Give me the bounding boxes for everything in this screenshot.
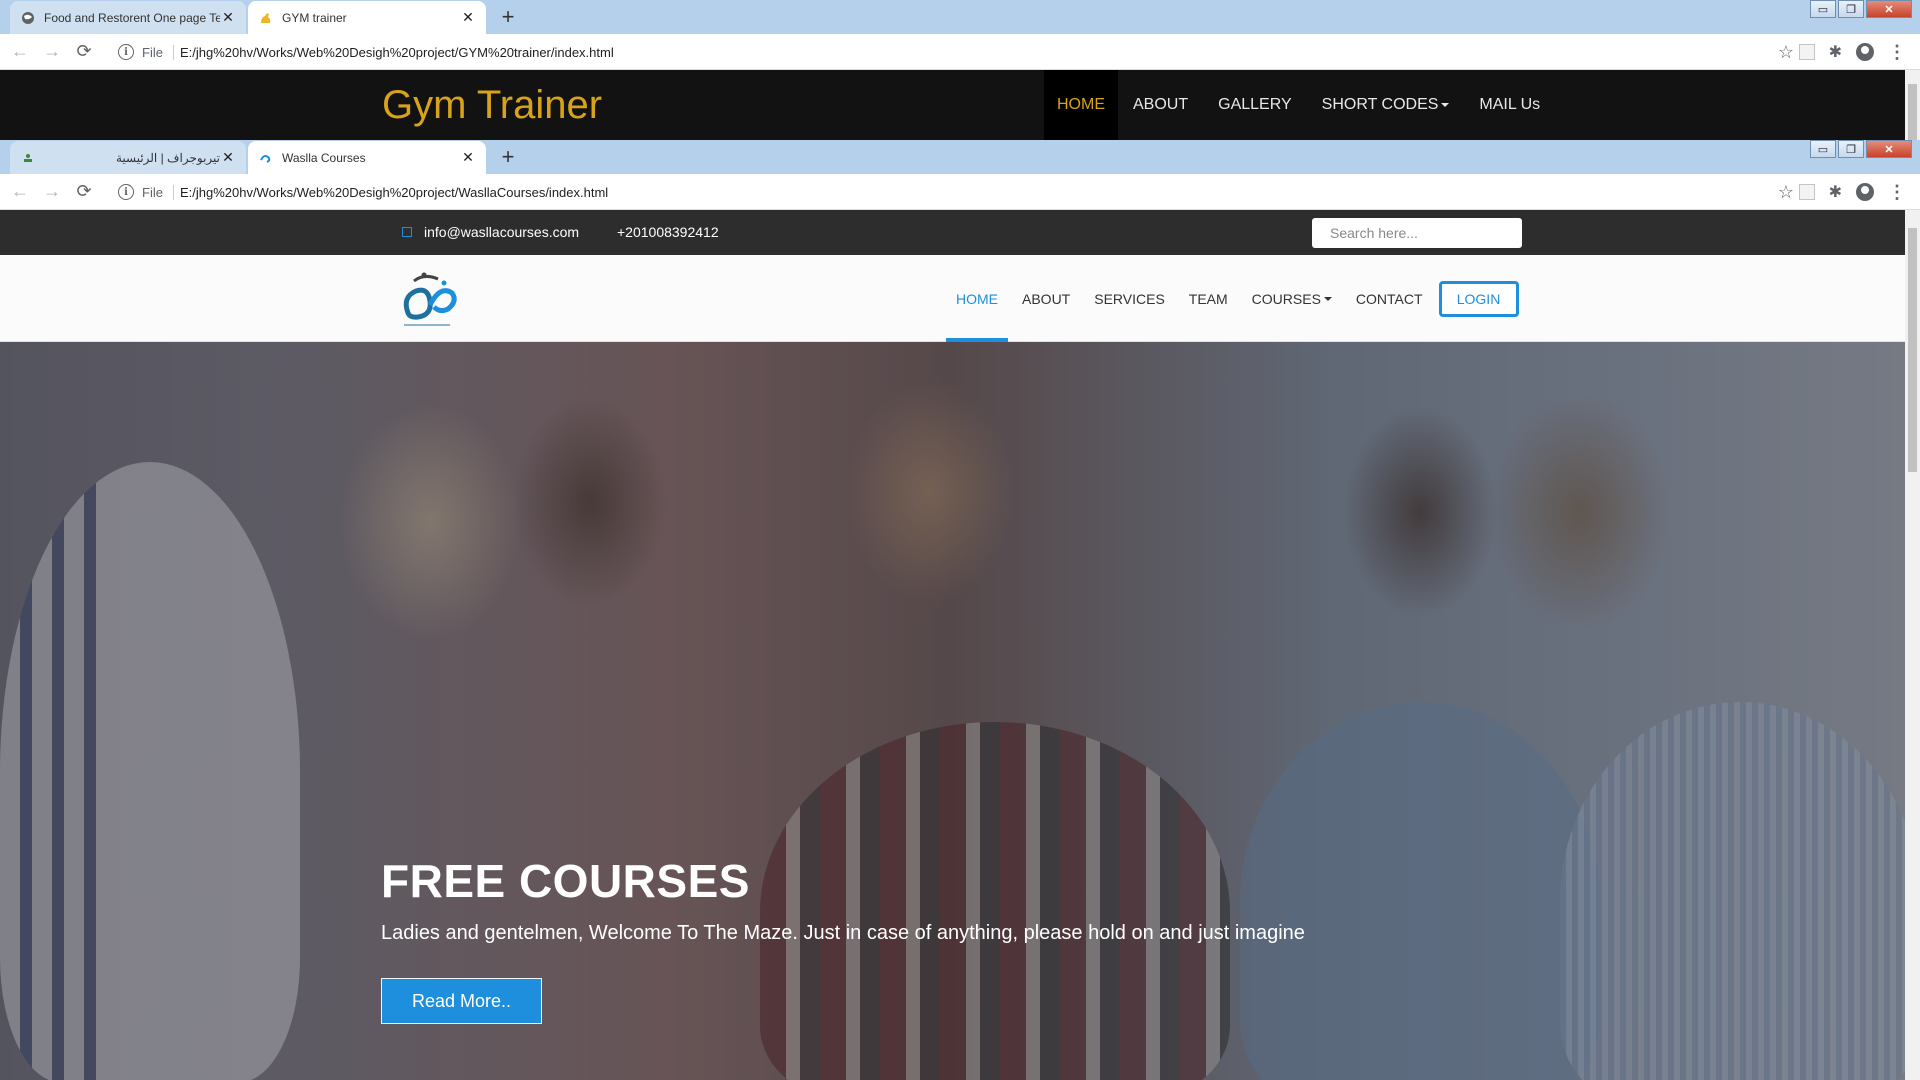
tab-title: GYM trainer — [282, 10, 347, 25]
page-icon — [20, 150, 36, 166]
tab-food-restorent[interactable]: Food and Restorent One page Te ✕ — [10, 1, 246, 34]
extensions-puzzle-icon[interactable]: ✱ — [1829, 182, 1842, 202]
forward-button[interactable]: → — [36, 36, 68, 68]
tab-waslla-courses[interactable]: Waslla Courses ✕ — [248, 141, 486, 174]
waslla-nav: HOME ABOUT SERVICES TEAM COURSES CONTACT… — [944, 255, 1519, 342]
nav-courses[interactable]: COURSES — [1240, 255, 1344, 342]
mail-icon — [402, 227, 412, 237]
waslla-navbar: HOME ABOUT SERVICES TEAM COURSES CONTACT… — [0, 255, 1905, 342]
globe-icon — [20, 10, 36, 26]
profile-avatar-icon[interactable] — [1856, 43, 1874, 61]
gym-nav-about[interactable]: ABOUT — [1118, 70, 1203, 140]
url-scheme: File — [142, 44, 174, 60]
scrollbar-thumb[interactable] — [1908, 84, 1917, 140]
new-tab-button[interactable]: + — [494, 144, 522, 169]
restore-button[interactable]: ❐ — [1838, 140, 1864, 158]
hero-overlay — [0, 342, 1905, 1080]
gym-scrollbar[interactable] — [1905, 70, 1920, 140]
window-controls: ▭ ❐ ✕ — [1808, 0, 1912, 18]
nav-about[interactable]: ABOUT — [1010, 255, 1082, 342]
nav-label: COURSES — [1251, 290, 1321, 307]
bookmark-star-icon[interactable]: ☆ — [1778, 182, 1794, 203]
hero-banner: FREE COURSES Ladies and gentelmen, Welco… — [0, 342, 1905, 1080]
scrollbar-thumb[interactable] — [1908, 228, 1917, 472]
reload-button[interactable]: ⟳ — [68, 176, 100, 208]
url-scheme: File — [142, 184, 174, 200]
tab-close-icon[interactable]: ✕ — [460, 9, 476, 26]
info-icon[interactable]: i — [118, 184, 134, 200]
forward-button[interactable]: → — [36, 176, 68, 208]
tab-close-icon[interactable]: ✕ — [220, 9, 236, 26]
gym-nav-short-codes[interactable]: SHORT CODES — [1307, 70, 1465, 140]
nav-label: SHORT CODES — [1321, 96, 1439, 113]
hero-subtitle: Ladies and gentelmen, Welcome To The Maz… — [381, 922, 1305, 944]
close-window-button[interactable]: ✕ — [1866, 140, 1912, 158]
back-button[interactable]: ← — [4, 36, 36, 68]
address-bar[interactable]: i File E:/jhg%20hv/Works/Web%20Desigh%20… — [108, 38, 1794, 66]
tab-strip: Food and Restorent One page Te ✕ GYM tra… — [0, 0, 1920, 34]
tab-gym-trainer[interactable]: GYM trainer ✕ — [248, 1, 486, 34]
url-text[interactable]: E:/jhg%20hv/Works/Web%20Desigh%20project… — [180, 45, 614, 60]
bookmark-star-icon[interactable]: ☆ — [1778, 42, 1794, 63]
new-tab-button[interactable]: + — [494, 4, 522, 29]
minimize-button[interactable]: ▭ — [1810, 140, 1836, 158]
nav-team[interactable]: TEAM — [1177, 255, 1240, 342]
close-window-button[interactable]: ✕ — [1866, 0, 1912, 18]
nav-services[interactable]: SERVICES — [1082, 255, 1177, 342]
search-input[interactable] — [1312, 218, 1522, 248]
gym-nav-gallery[interactable]: GALLERY — [1203, 70, 1307, 140]
minimize-button[interactable]: ▭ — [1810, 0, 1836, 18]
extension-icon[interactable] — [1798, 44, 1815, 60]
gym-nav: HOME ABOUT GALLERY SHORT CODES MAIL Us — [1044, 70, 1555, 140]
tab-close-icon[interactable]: ✕ — [220, 149, 236, 166]
tab-title: Food and Restorent One page Te — [44, 10, 220, 25]
browser-toolbar: ← → ⟳ i File E:/jhg%20hv/Works/Web%20Des… — [0, 34, 1920, 70]
gym-header: Gym Trainer HOME ABOUT GALLERY SHORT COD… — [0, 70, 1905, 140]
waslla-scrollbar[interactable] — [1905, 210, 1920, 1080]
hero-title: FREE COURSES — [381, 855, 750, 907]
read-more-button[interactable]: Read More.. — [381, 978, 542, 1024]
contact-phone[interactable]: +201008392412 — [617, 224, 719, 240]
gym-nav-mail-us[interactable]: MAIL Us — [1464, 70, 1555, 140]
nav-contact[interactable]: CONTACT — [1344, 255, 1435, 342]
toolbar-actions: ✱ ⋮ — [1798, 34, 1906, 70]
toolbar-actions: ✱ ⋮ — [1798, 174, 1906, 210]
flexed-arm-icon — [258, 10, 274, 26]
browser-menu-icon[interactable]: ⋮ — [1888, 182, 1906, 203]
tab-close-icon[interactable]: ✕ — [460, 149, 476, 166]
tab-strip: تيربوجراف | الرئيسية ✕ Waslla Courses ✕ … — [0, 140, 1920, 174]
browser-menu-icon[interactable]: ⋮ — [1888, 42, 1906, 63]
waslla-logo-icon — [258, 150, 274, 166]
caret-down-icon — [1323, 296, 1332, 301]
email-text: info@wasllacourses.com — [424, 224, 580, 240]
nav-home[interactable]: HOME — [944, 255, 1010, 342]
contact-email[interactable]: info@wasllacourses.com — [402, 224, 579, 240]
gym-logo[interactable]: Gym Trainer — [382, 83, 602, 128]
login-button[interactable]: LOGIN — [1438, 280, 1519, 317]
caret-down-icon — [1441, 103, 1450, 107]
url-text[interactable]: E:/jhg%20hv/Works/Web%20Desigh%20project… — [180, 185, 608, 200]
tab-turbograph[interactable]: تيربوجراف | الرئيسية ✕ — [10, 141, 246, 174]
waslla-top-bar: info@wasllacourses.com +201008392412 — [0, 210, 1905, 255]
address-bar[interactable]: i File E:/jhg%20hv/Works/Web%20Desigh%20… — [108, 178, 1794, 206]
reload-button[interactable]: ⟳ — [68, 36, 100, 68]
gym-nav-home[interactable]: HOME — [1044, 70, 1118, 140]
tab-title: تيربوجراف | الرئيسية — [115, 150, 220, 165]
restore-button[interactable]: ❐ — [1838, 0, 1864, 18]
tab-title: Waslla Courses — [282, 150, 366, 165]
window-controls: ▭ ❐ ✕ — [1808, 140, 1912, 158]
info-icon[interactable]: i — [118, 44, 134, 60]
profile-avatar-icon[interactable] — [1856, 183, 1874, 201]
extension-icon[interactable] — [1798, 184, 1815, 200]
waslla-logo[interactable] — [394, 261, 464, 337]
browser-toolbar: ← → ⟳ i File E:/jhg%20hv/Works/Web%20Des… — [0, 174, 1920, 210]
extensions-puzzle-icon[interactable]: ✱ — [1829, 42, 1842, 62]
back-button[interactable]: ← — [4, 176, 36, 208]
